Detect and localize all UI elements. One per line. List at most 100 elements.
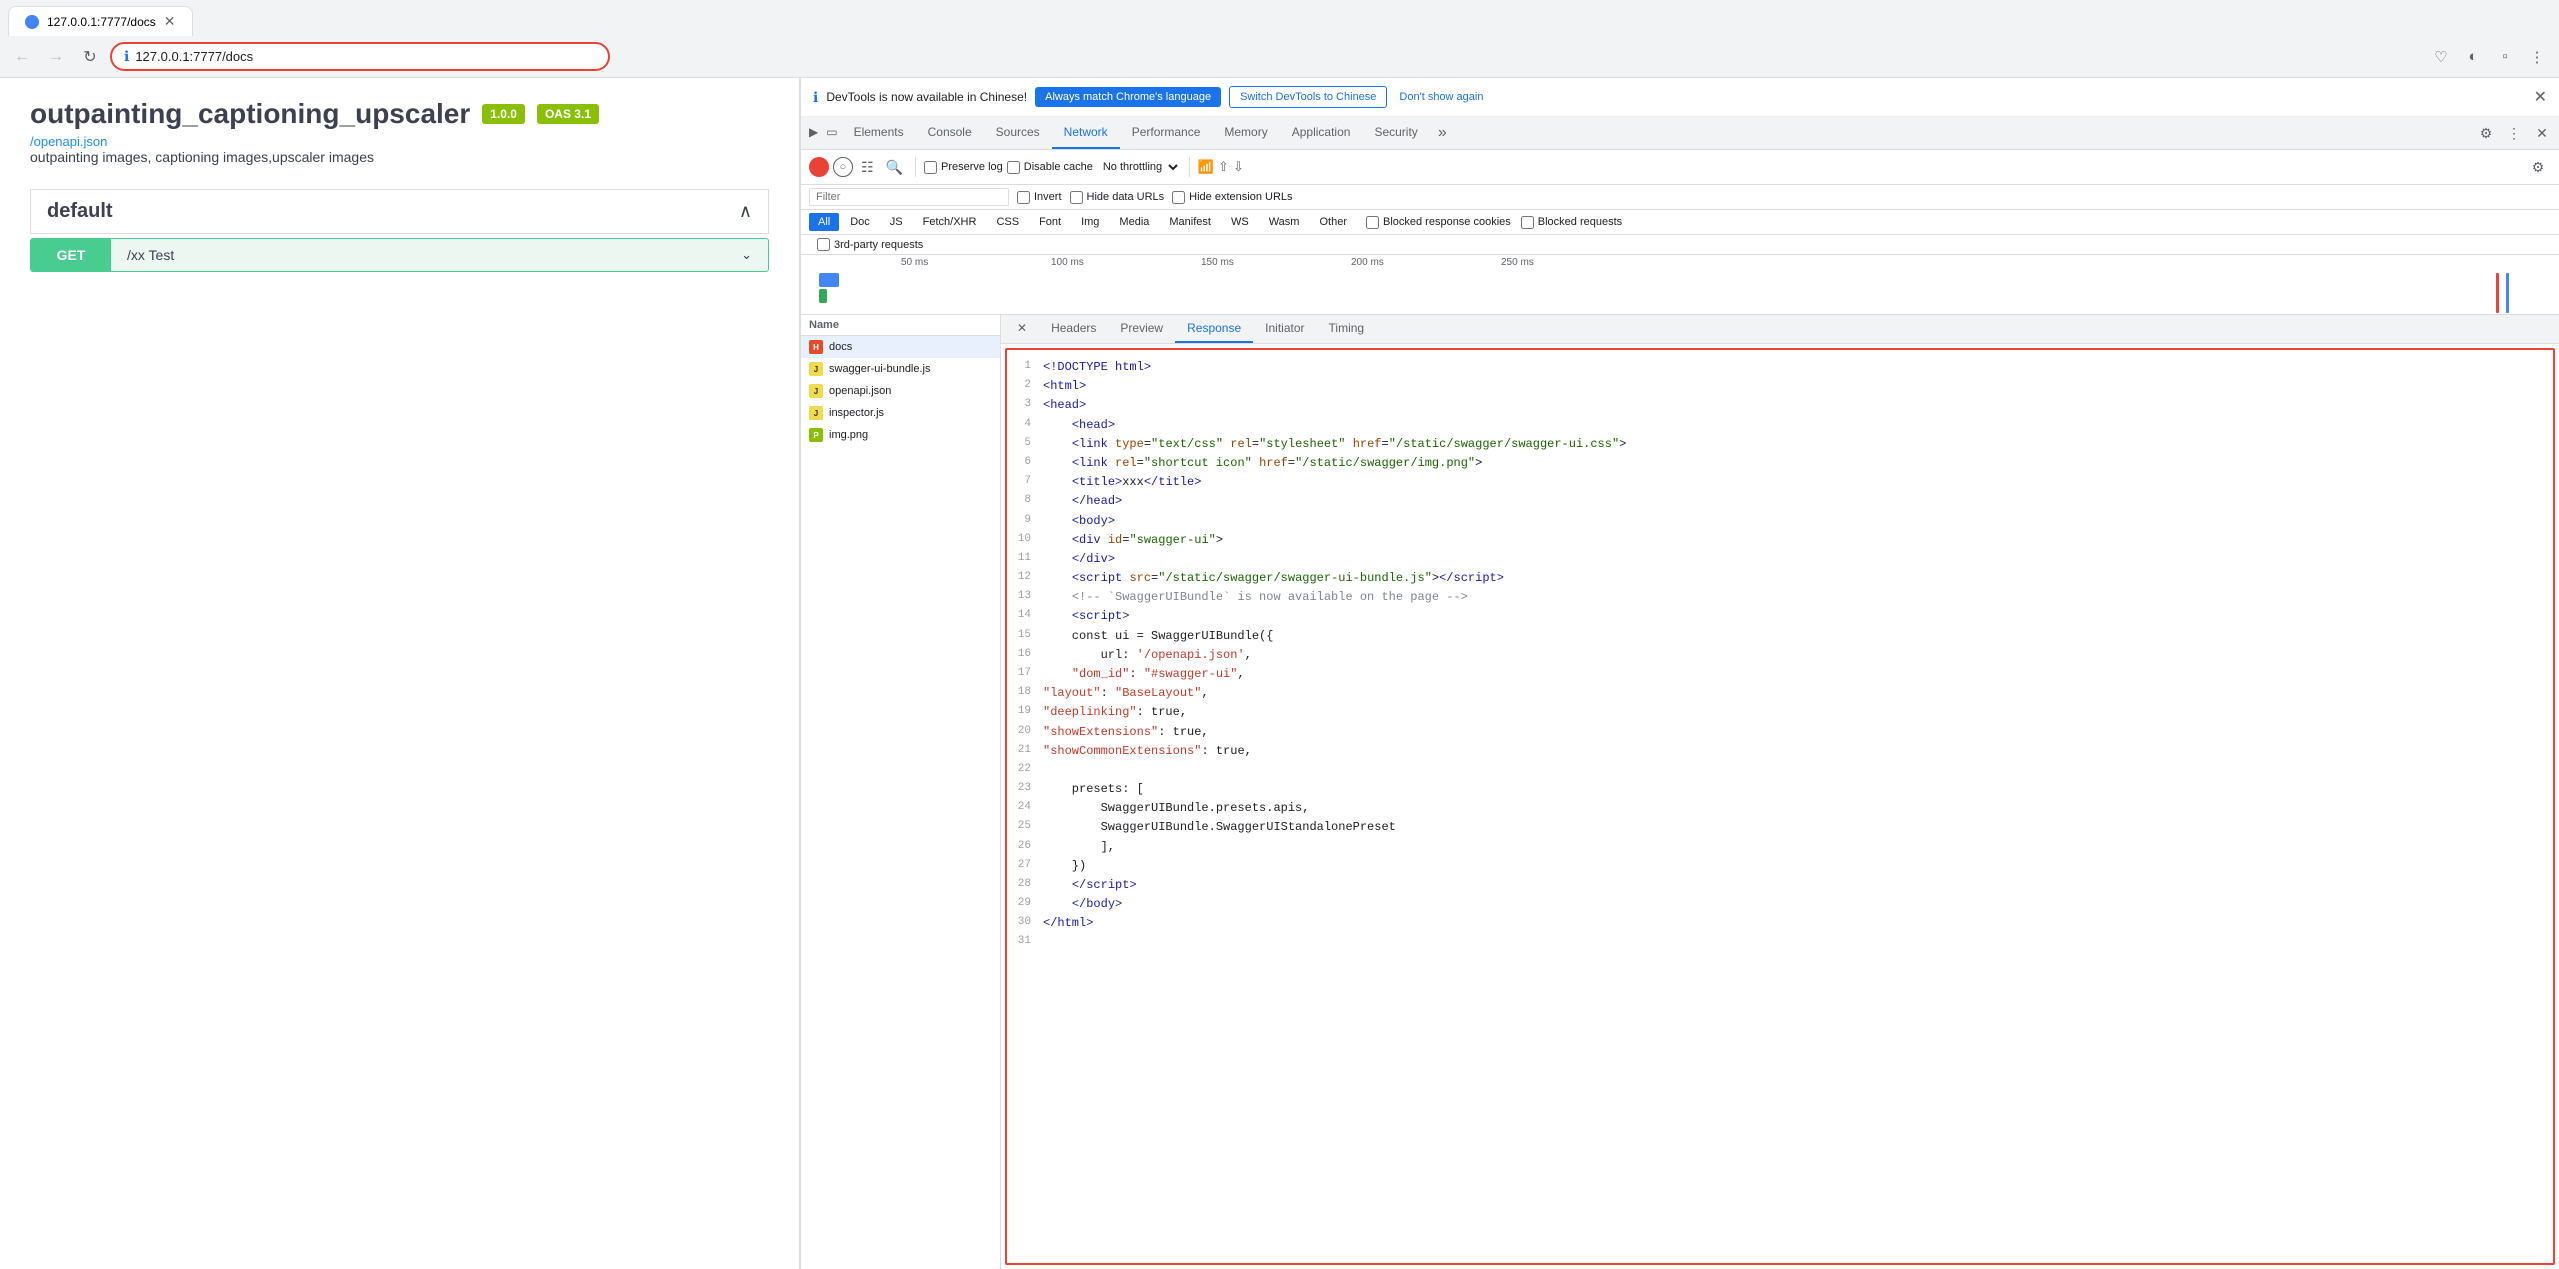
record-btn[interactable] <box>809 157 829 177</box>
address-bar[interactable]: ℹ 127.0.0.1:7777/docs <box>110 42 610 71</box>
invert-checkbox[interactable]: Invert <box>1017 191 1062 204</box>
filter-font[interactable]: Font <box>1030 213 1070 231</box>
profile-btn[interactable]: ◐ <box>2459 43 2487 71</box>
hide-ext-urls-input[interactable] <box>1172 191 1185 204</box>
inspector-icon: J <box>809 406 823 420</box>
hide-data-urls-checkbox[interactable]: Hide data URLs <box>1070 191 1165 204</box>
invert-input[interactable] <box>1017 191 1030 204</box>
switch-devtools-btn[interactable]: Switch DevTools to Chinese <box>1229 86 1387 108</box>
disable-cache-input[interactable] <box>1007 161 1020 174</box>
tab-performance[interactable]: Performance <box>1120 117 1213 149</box>
preserve-log-checkbox[interactable]: Preserve log <box>924 161 1003 174</box>
throttle-select[interactable]: No throttling <box>1097 158 1181 176</box>
line-number: 8 <box>1007 492 1043 511</box>
file-item-openapi[interactable]: J openapi.json <box>801 380 1000 402</box>
network-settings-btn[interactable]: ⚙ <box>2525 154 2551 180</box>
active-tab[interactable]: 127.0.0.1:7777/docs ✕ <box>8 6 193 36</box>
tab-cursor[interactable]: ▶ <box>805 119 822 147</box>
name-column-header: Name <box>809 319 839 331</box>
tab-responsive[interactable]: ▭ <box>822 119 841 147</box>
detail-tab-response[interactable]: Response <box>1175 315 1253 343</box>
endpoint-row[interactable]: GET /xx Test ⌄ <box>30 238 769 272</box>
line-content: <script> <box>1043 607 1129 626</box>
code-line: 20"showExtensions": true, <box>1007 723 2553 742</box>
line-content: presets: [ <box>1043 780 1144 799</box>
extensions-btn[interactable]: ▫ <box>2491 43 2519 71</box>
timeline-bar-1 <box>819 273 839 287</box>
detail-tab-preview[interactable]: Preview <box>1108 315 1175 343</box>
tab-sources[interactable]: Sources <box>984 117 1052 149</box>
blocked-cookies-checkbox[interactable]: Blocked response cookies <box>1366 216 1511 229</box>
detail-tab-initiator[interactable]: Initiator <box>1253 315 1316 343</box>
match-language-btn[interactable]: Always match Chrome's language <box>1035 87 1221 107</box>
detail-tab-timing[interactable]: Timing <box>1317 315 1377 343</box>
line-content: <!-- `SwaggerUIBundle` is now available … <box>1043 588 1468 607</box>
filter-media[interactable]: Media <box>1110 213 1158 231</box>
filter-icon[interactable]: ☷ <box>857 157 878 178</box>
devtools-options-btn[interactable]: ⋮ <box>2501 120 2527 146</box>
dont-show-again-link[interactable]: Don't show again <box>1399 91 1483 103</box>
file-item-docs[interactable]: H docs <box>801 336 1000 358</box>
hide-ext-urls-checkbox[interactable]: Hide extension URLs <box>1172 191 1292 204</box>
tab-elements[interactable]: Elements <box>842 117 916 149</box>
disable-cache-label: Disable cache <box>1024 161 1093 173</box>
tab-security[interactable]: Security <box>1362 117 1429 149</box>
blocked-requests-label: Blocked requests <box>1538 216 1622 228</box>
notification-close-btn[interactable]: ✕ <box>2534 87 2547 107</box>
img-icon: P <box>809 428 823 442</box>
blocked-cookies-input[interactable] <box>1366 216 1379 229</box>
tab-application[interactable]: Application <box>1280 117 1363 149</box>
tabs-more-btn[interactable]: » <box>1430 118 1455 148</box>
back-btn[interactable]: ← <box>8 43 36 71</box>
code-line: 19"deeplinking": true, <box>1007 703 2553 722</box>
detail-close-btn[interactable]: ✕ <box>1005 315 1039 343</box>
detail-tab-headers[interactable]: Headers <box>1039 315 1108 343</box>
clear-btn[interactable]: ○ <box>833 157 853 177</box>
swagger-page: outpainting_captioning_upscaler 1.0.0 OA… <box>0 78 800 1269</box>
devtools-tabs: ▶ ▭ Elements Console Sources Network Per… <box>801 117 2559 150</box>
filter-doc[interactable]: Doc <box>841 213 879 231</box>
filter-manifest[interactable]: Manifest <box>1160 213 1220 231</box>
hide-data-urls-input[interactable] <box>1070 191 1083 204</box>
search-icon[interactable]: 🔍 <box>882 157 907 178</box>
filter-all[interactable]: All <box>809 213 839 231</box>
blocked-requests-checkbox[interactable]: Blocked requests <box>1521 216 1622 229</box>
tab-close-btn[interactable]: ✕ <box>164 13 176 30</box>
filter-img[interactable]: Img <box>1072 213 1108 231</box>
reload-btn[interactable]: ↻ <box>76 43 104 71</box>
third-party-checkbox[interactable]: 3rd-party requests <box>817 238 2551 251</box>
line-content: "deeplinking": true, <box>1043 703 1187 722</box>
type-filters: All Doc JS Fetch/XHR CSS Font Img Media … <box>801 210 2559 235</box>
more-btn[interactable]: ⋮ <box>2523 43 2551 71</box>
endpoint-chevron-icon: ⌄ <box>725 239 768 271</box>
blocked-requests-input[interactable] <box>1521 216 1534 229</box>
code-line: 1<!DOCTYPE html> <box>1007 358 2553 377</box>
devtools-settings-btn[interactable]: ⚙ <box>2473 120 2499 146</box>
file-item-img[interactable]: P img.png <box>801 424 1000 446</box>
preserve-log-input[interactable] <box>924 161 937 174</box>
devtools-close-btn[interactable]: ✕ <box>2529 120 2555 146</box>
line-number: 17 <box>1007 665 1043 684</box>
line-content: </html> <box>1043 914 1093 933</box>
filter-fetch-xhr[interactable]: Fetch/XHR <box>914 213 986 231</box>
file-item-inspector[interactable]: J inspector.js <box>801 402 1000 424</box>
tab-network[interactable]: Network <box>1052 117 1120 149</box>
file-item-swagger-bundle[interactable]: J swagger-ui-bundle.js <box>801 358 1000 380</box>
disable-cache-checkbox[interactable]: Disable cache <box>1007 161 1093 174</box>
browser-chrome: 127.0.0.1:7777/docs ✕ ← → ↻ ℹ 127.0.0.1:… <box>0 0 2559 78</box>
filter-js[interactable]: JS <box>881 213 912 231</box>
tab-memory[interactable]: Memory <box>1212 117 1279 149</box>
notification-icon: ℹ <box>813 89 818 106</box>
bookmark-btn[interactable]: ♡ <box>2427 43 2455 71</box>
filter-wasm[interactable]: Wasm <box>1260 213 1309 231</box>
line-content: const ui = SwaggerUIBundle({ <box>1043 627 1273 646</box>
forward-btn[interactable]: → <box>42 43 70 71</box>
openapi-link[interactable]: /openapi.json <box>30 134 107 149</box>
filter-ws[interactable]: WS <box>1222 213 1258 231</box>
third-party-input[interactable] <box>817 238 830 251</box>
filter-input[interactable] <box>809 188 1009 206</box>
section-header[interactable]: default ∧ <box>30 189 769 234</box>
filter-other[interactable]: Other <box>1310 213 1356 231</box>
tab-console[interactable]: Console <box>916 117 984 149</box>
filter-css[interactable]: CSS <box>987 213 1028 231</box>
